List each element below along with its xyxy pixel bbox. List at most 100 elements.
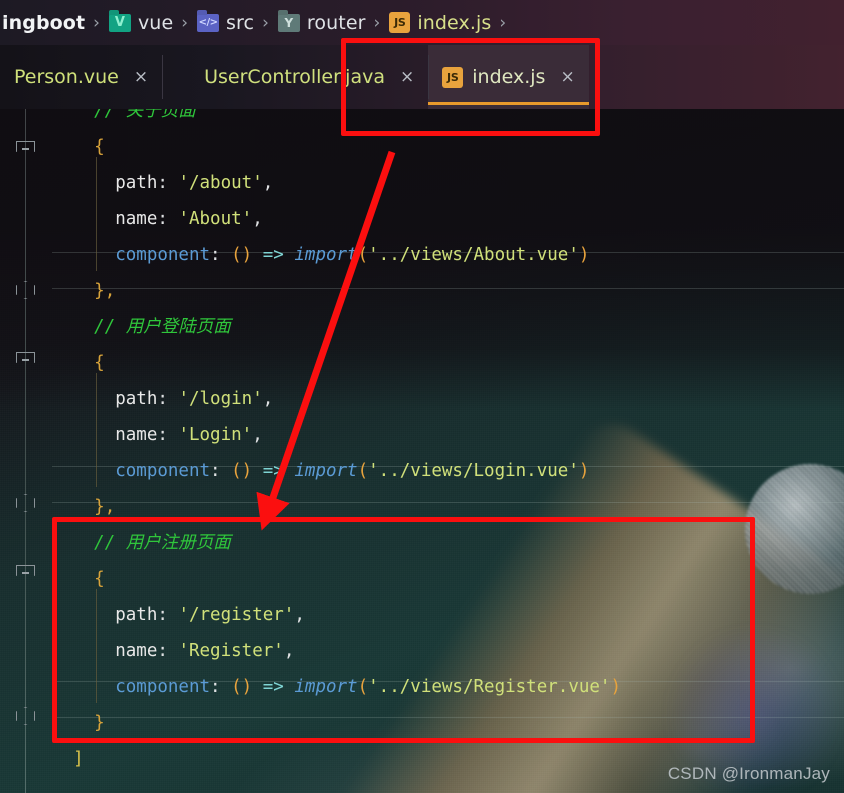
code-token-punc: : [157, 173, 179, 193]
breadcrumb-label: vue [137, 11, 174, 34]
folder-vue-icon: V [108, 13, 131, 32]
breadcrumb-label: index.js [417, 11, 492, 34]
code-token-punc: , [252, 209, 263, 229]
folder-src-icon: </> [197, 13, 220, 32]
code-token-string: '../views/Register.vue' [368, 677, 611, 697]
code-token-punc: : [157, 209, 179, 229]
indent-guide [96, 157, 98, 271]
code-token-key: name [115, 641, 158, 661]
code-token-string: '../views/Login.vue' [368, 461, 579, 481]
code-line[interactable]: }, [52, 273, 844, 309]
tab-usercontroller-java[interactable]: UserController.java × [162, 45, 428, 109]
code-token-punc: , [262, 173, 274, 193]
close-icon[interactable]: × [560, 67, 574, 87]
code-lines[interactable]: // 关于页面 { path: '/about', name: 'About',… [52, 109, 844, 793]
breadcrumb-item-vue[interactable]: V vue [108, 11, 174, 34]
breadcrumb: ingboot › V vue › </> src › Y router › J… [0, 0, 844, 45]
fold-marker-collapse-icon[interactable] [16, 352, 35, 369]
code-token-prop: component [115, 461, 211, 481]
code-line[interactable]: // 用户登陆页面 [52, 309, 844, 345]
code-line[interactable]: }, [52, 489, 844, 525]
code-token-punc [252, 461, 263, 481]
breadcrumb-label: router [306, 11, 366, 34]
code-token-punc: , [252, 425, 263, 445]
code-line[interactable]: name: 'Register', [52, 633, 844, 669]
code-token-brace: { [94, 569, 105, 589]
code-token-punc: , [294, 605, 305, 625]
tab-index-js[interactable]: JS index.js × [428, 45, 589, 109]
folder-router-icon: Y [277, 13, 300, 32]
tab-label: UserController.java [204, 66, 385, 88]
breadcrumb-separator: › [499, 12, 507, 33]
close-icon[interactable]: × [134, 67, 148, 87]
fold-marker-region-icon[interactable] [16, 281, 35, 299]
breadcrumb-separator: › [373, 12, 381, 33]
fold-marker-region-icon[interactable] [16, 494, 35, 512]
code-token-comment: // 用户注册页面 [94, 533, 231, 553]
code-token-punc: : [157, 605, 179, 625]
breadcrumb-item-router[interactable]: Y router [277, 11, 366, 34]
code-line[interactable]: component: () => import('../views/Regist… [52, 669, 844, 705]
code-line[interactable]: { [52, 345, 844, 381]
code-token-arrow: => [262, 245, 284, 265]
breadcrumb-item-src[interactable]: </> src [197, 12, 254, 34]
fold-guide-line [25, 109, 26, 793]
code-token-punc: , [262, 389, 274, 409]
code-token-key: path [115, 605, 158, 625]
code-token-punc: : [210, 677, 232, 697]
code-token-punc: : [157, 641, 179, 661]
code-token-prop: component [115, 245, 211, 265]
indent-guide [96, 373, 98, 487]
code-token-paren: () [231, 677, 253, 697]
code-token-paren: ( [357, 677, 369, 697]
close-icon[interactable]: × [400, 67, 414, 87]
editor-tab-bar: Person.vue × UserController.java × JS in… [0, 45, 844, 109]
code-line[interactable]: // 用户注册页面 [52, 525, 844, 561]
code-token-punc: : [210, 245, 232, 265]
code-line[interactable]: name: 'About', [52, 201, 844, 237]
code-line[interactable]: name: 'Login', [52, 417, 844, 453]
code-line[interactable]: path: '/login', [52, 381, 844, 417]
code-token-brace: { [94, 137, 105, 157]
code-token-string: 'Login' [178, 425, 253, 445]
breadcrumb-label: ingboot [2, 11, 86, 34]
breadcrumb-separator: › [262, 12, 269, 33]
editor-gutter[interactable] [0, 109, 52, 793]
code-line[interactable]: // 关于页面 [52, 109, 844, 129]
code-line[interactable]: } [52, 705, 844, 741]
active-tab-indicator [428, 102, 589, 105]
breadcrumb-item-springboot[interactable]: ingboot [2, 12, 85, 34]
code-token-import: import [294, 461, 358, 481]
code-token-string: 'Register' [178, 641, 284, 661]
code-token-paren: () [231, 461, 253, 481]
code-token-arrow: => [262, 461, 284, 481]
code-token-comment: // 用户登陆页面 [94, 317, 231, 337]
tab-person-vue[interactable]: Person.vue × [0, 45, 162, 109]
code-token-string: '/login' [178, 389, 263, 409]
fold-marker-collapse-icon[interactable] [16, 565, 35, 582]
code-token-import: import [294, 677, 358, 697]
code-token-key: path [115, 389, 158, 409]
code-token-punc: , [283, 641, 295, 661]
code-token-paren: ) [578, 461, 590, 481]
code-line[interactable]: path: '/register', [52, 597, 844, 633]
watermark-text: CSDN @IronmanJay [667, 764, 830, 783]
code-token-punc [252, 245, 263, 265]
code-token-punc [252, 677, 263, 697]
breadcrumb-item-indexjs[interactable]: JS index.js [389, 12, 491, 34]
indent-guide [96, 589, 98, 703]
code-token-key: path [115, 173, 158, 193]
code-line[interactable]: { [52, 129, 844, 165]
fold-marker-collapse-icon[interactable] [16, 141, 35, 158]
code-token-paren: ) [578, 245, 590, 265]
breadcrumb-separator: › [93, 12, 100, 33]
code-line[interactable]: { [52, 561, 844, 597]
code-token-brace: } [94, 713, 105, 733]
code-token-punc: : [210, 461, 232, 481]
code-line[interactable]: component: () => import('../views/About.… [52, 237, 844, 273]
code-line[interactable]: component: () => import('../views/Login.… [52, 453, 844, 489]
code-line[interactable]: path: '/about', [52, 165, 844, 201]
code-editor[interactable]: // 关于页面 { path: '/about', name: 'About',… [0, 109, 844, 793]
fold-marker-region-icon[interactable] [16, 707, 35, 725]
code-token-punc [284, 461, 295, 481]
